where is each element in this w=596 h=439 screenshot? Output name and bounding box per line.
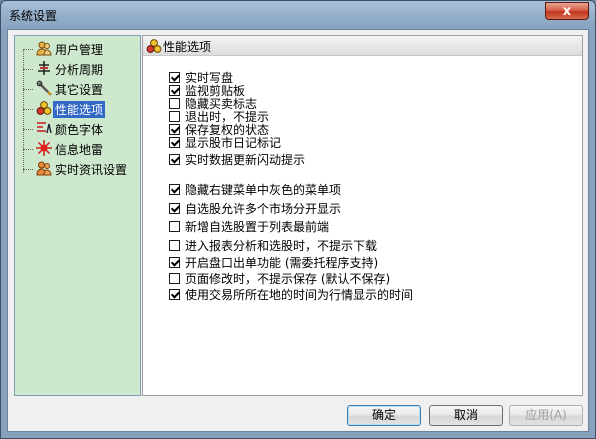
panel-title: 性能选项 <box>163 40 212 54</box>
tree-item-label: 用户管理 <box>55 43 104 57</box>
performance-icon <box>36 101 52 115</box>
option-no-exit-prompt[interactable]: 退出时，不提示 <box>169 110 569 124</box>
option-hide-trade-marks[interactable]: 隐藏买卖标志 <box>169 97 569 111</box>
option-label: 隐藏买卖标志 <box>185 97 258 111</box>
tree-item-label: 分析周期 <box>55 63 104 77</box>
option-checkbox[interactable] <box>169 137 180 148</box>
option-checkbox[interactable] <box>169 203 180 214</box>
option-label: 显示股市日记标记 <box>185 136 282 150</box>
close-icon: x <box>562 4 572 19</box>
tree-branch <box>23 129 33 130</box>
tree-item-label: 其它设置 <box>55 83 104 97</box>
window-title: 系统设置 <box>9 9 58 23</box>
tree-branch <box>23 89 33 90</box>
panel-header: 性能选项 <box>143 36 582 56</box>
option-split-markets[interactable]: 自选股允许多个市场分开显示 <box>169 202 569 216</box>
option-label: 页面修改时，不提示保存 (默认不保存) <box>185 272 391 286</box>
option-exchange-local-time[interactable]: 使用交易所所在地的时间为行情显示的时间 <box>169 288 569 302</box>
users-icon <box>36 41 52 56</box>
settings-tree: 用户管理 分析周期 其它设置 性能选项 颜色字体 信息地雷 实时资讯设置 <box>14 35 141 396</box>
ok-button[interactable]: 确定 <box>347 405 421 426</box>
tree-branch <box>23 149 33 150</box>
tree-branch <box>23 49 33 50</box>
tree-item-label: 性能选项 <box>53 101 106 118</box>
option-checkbox[interactable] <box>169 124 180 135</box>
option-checkbox[interactable] <box>169 85 180 96</box>
option-new-watchlist-on-top[interactable]: 新增自选股置于列表最前端 <box>169 220 569 234</box>
option-label: 进入报表分析和选股时，不提示下载 <box>185 239 378 253</box>
option-save-rights-state[interactable]: 保存复权的状态 <box>169 123 569 137</box>
option-no-download-prompt[interactable]: 进入报表分析和选股时，不提示下载 <box>169 239 569 253</box>
option-label: 自选股允许多个市场分开显示 <box>185 202 342 216</box>
option-realtime-write-disk[interactable]: 实时写盘 <box>169 71 569 85</box>
option-label: 实时数据更新闪动提示 <box>185 153 306 167</box>
tree-item-performance-options[interactable]: 性能选项 <box>23 100 141 118</box>
option-checkbox[interactable] <box>169 221 180 232</box>
option-order-book-trading[interactable]: 开启盘口出单功能 (需委托程序支持) <box>169 256 569 270</box>
option-checkbox[interactable] <box>169 240 180 251</box>
option-label: 新增自选股置于列表最前端 <box>185 220 330 234</box>
option-label: 实时写盘 <box>185 71 234 85</box>
option-label: 开启盘口出单功能 (需委托程序支持) <box>185 256 379 270</box>
tree-item-color-font[interactable]: 颜色字体 <box>23 120 141 138</box>
news-icon <box>36 161 52 176</box>
option-checkbox[interactable] <box>169 257 180 268</box>
option-checkbox[interactable] <box>169 154 180 165</box>
option-label: 隐藏右键菜单中灰色的菜单项 <box>185 183 342 197</box>
option-checkbox[interactable] <box>169 98 180 109</box>
close-button[interactable]: x <box>545 2 589 20</box>
tree-branch <box>23 109 33 110</box>
option-label: 监视剪贴板 <box>185 84 246 98</box>
performance-icon <box>146 39 162 53</box>
tree-branch <box>23 169 33 170</box>
tree-branch <box>23 69 33 70</box>
option-checkbox[interactable] <box>169 184 180 195</box>
font-color-icon <box>37 122 52 134</box>
dialog-client: 用户管理 分析周期 其它设置 性能选项 颜色字体 信息地雷 实时资讯设置 性能选… <box>7 29 589 432</box>
tree-item-other-settings[interactable]: 其它设置 <box>23 80 141 98</box>
tree-item-realtime-news[interactable]: 实时资讯设置 <box>23 160 141 178</box>
option-checkbox[interactable] <box>169 72 180 83</box>
option-label: 退出时，不提示 <box>185 110 270 124</box>
tree-item-label: 信息地雷 <box>55 143 104 157</box>
cancel-button[interactable]: 取消 <box>429 405 503 426</box>
tree-item-info-mine[interactable]: 信息地雷 <box>23 140 141 158</box>
title-bar[interactable]: 系统设置 x <box>1 1 595 29</box>
apply-button[interactable]: 应用(A) <box>509 405 583 426</box>
mine-icon <box>36 140 52 156</box>
option-checkbox[interactable] <box>169 273 180 284</box>
option-label: 使用交易所所在地的时间为行情显示的时间 <box>185 288 414 302</box>
tree-item-analysis-period[interactable]: 分析周期 <box>23 60 141 78</box>
option-hide-gray-menu-items[interactable]: 隐藏右键菜单中灰色的菜单项 <box>169 183 569 197</box>
option-checkbox[interactable] <box>169 111 180 122</box>
option-monitor-clipboard[interactable]: 监视剪贴板 <box>169 84 569 98</box>
option-flash-updates[interactable]: 实时数据更新闪动提示 <box>169 153 569 167</box>
tree-item-label: 颜色字体 <box>55 123 104 137</box>
option-show-diary-marks[interactable]: 显示股市日记标记 <box>169 136 569 150</box>
settings-window: 系统设置 x 用户管理 分析周期 其它设置 性能选项 颜色字体 信息地雷 实时资… <box>0 0 596 439</box>
tools-icon <box>36 80 52 96</box>
option-no-save-prompt[interactable]: 页面修改时，不提示保存 (默认不保存) <box>169 272 569 286</box>
performance-options-panel: 性能选项 实时写盘 监视剪贴板 隐藏买卖标志 退出时，不提示 保存复权的状态 显… <box>142 35 583 396</box>
tree-item-user-management[interactable]: 用户管理 <box>23 40 141 58</box>
option-checkbox[interactable] <box>169 289 180 300</box>
tree-item-label: 实时资讯设置 <box>55 163 128 177</box>
option-label: 保存复权的状态 <box>185 123 270 137</box>
period-icon <box>38 61 50 75</box>
